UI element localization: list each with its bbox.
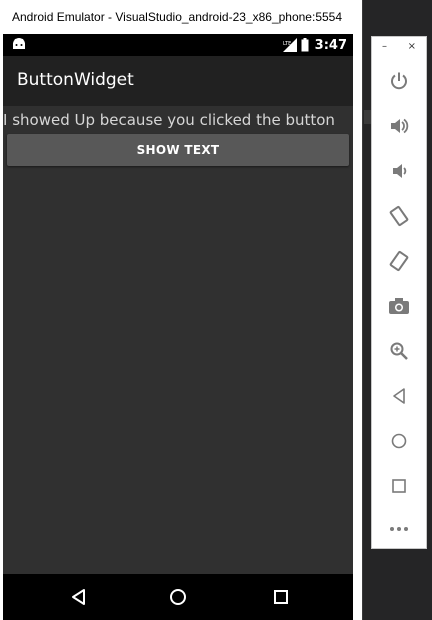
nav-back-button[interactable]	[65, 584, 91, 610]
back-icon	[393, 388, 405, 404]
rotate-right-button[interactable]	[385, 247, 413, 275]
nav-bar	[3, 574, 353, 620]
volume-down-icon	[393, 164, 407, 178]
home-button[interactable]	[385, 427, 413, 455]
home-circle-icon	[170, 589, 186, 605]
status-bar: LTE 3:47	[3, 34, 353, 56]
emulator-window: Android Emulator - VisualStudio_android-…	[0, 0, 363, 620]
app-content: ButtonWidget I showed Up because you cli…	[3, 56, 353, 574]
back-button[interactable]	[385, 382, 413, 410]
svg-text:LTE: LTE	[283, 41, 291, 47]
android-notification-icon	[13, 38, 25, 49]
emulator-side-toolbar: – ×	[371, 36, 427, 549]
more-button[interactable]	[385, 515, 413, 543]
nav-home-button[interactable]	[165, 584, 191, 610]
volume-up-icon	[391, 118, 409, 134]
overview-square-icon	[274, 590, 288, 604]
show-text-button[interactable]: SHOW TEXT	[7, 134, 349, 166]
app-title: ButtonWidget	[17, 70, 134, 90]
signal-icon: LTE	[282, 38, 297, 52]
message-text: I showed Up because you clicked the butt…	[3, 111, 335, 129]
volume-down-button[interactable]	[385, 157, 413, 185]
rotate-right-icon	[389, 250, 409, 272]
status-time: 3:47	[314, 37, 347, 53]
zoom-button[interactable]	[385, 337, 413, 365]
device-screen: LTE 3:47 ButtonWidget I showed Up becaus…	[3, 34, 353, 620]
power-icon	[391, 72, 407, 90]
window-title: Android Emulator - VisualStudio_android-…	[0, 0, 362, 34]
camera-icon	[389, 298, 409, 314]
power-button[interactable]	[385, 67, 413, 95]
overview-button[interactable]	[385, 472, 413, 500]
more-icon	[390, 527, 408, 531]
back-triangle-icon	[72, 589, 85, 605]
overview-icon	[392, 479, 406, 493]
close-button[interactable]: ×	[408, 41, 416, 55]
nav-overview-button[interactable]	[268, 584, 294, 610]
zoom-icon	[390, 342, 408, 360]
battery-icon	[301, 38, 309, 52]
screenshot-button[interactable]	[385, 292, 413, 320]
rotate-left-button[interactable]	[385, 202, 413, 230]
app-bar: ButtonWidget	[3, 56, 353, 106]
rotate-left-icon	[389, 205, 409, 227]
minimize-button[interactable]: –	[382, 41, 387, 55]
home-icon	[391, 433, 407, 449]
volume-up-button[interactable]	[385, 112, 413, 140]
